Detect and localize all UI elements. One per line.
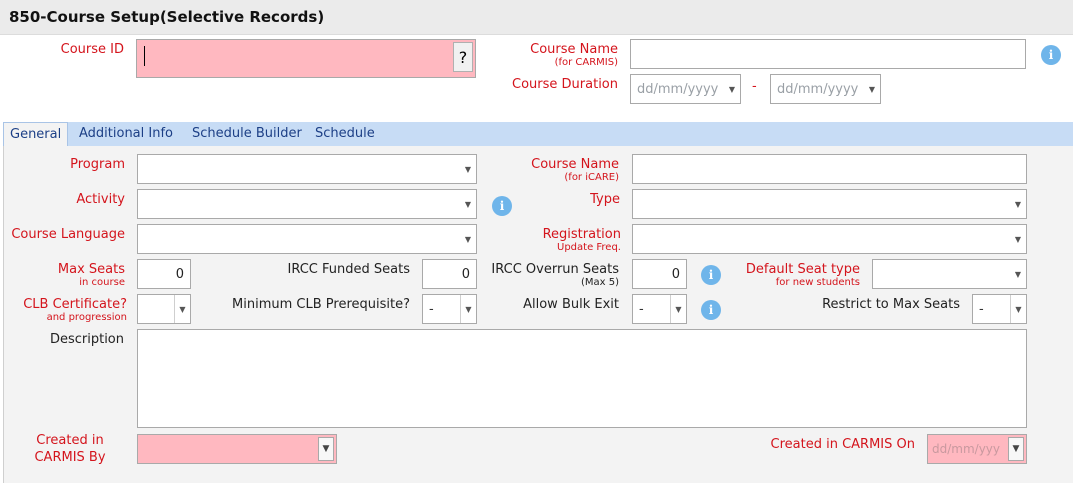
default-seat-type-label-text: Default Seat type [745,262,860,277]
chevron-down-icon[interactable]: ▼ [864,75,880,103]
registration-label: Registration Update Freq. [500,227,621,253]
course-name-icare-sublabel: (for iCARE) [564,172,619,183]
default-seat-type-sublabel: for new students [775,277,860,288]
chevron-down-icon[interactable]: ▼ [1010,190,1026,218]
course-duration-start-placeholder: dd/mm/yyyy [637,81,719,97]
info-icon[interactable]: i [1041,45,1061,65]
max-seats-sublabel: in course [79,277,125,288]
chevron-down-icon[interactable]: ▼ [318,437,334,461]
tab-schedule-builder[interactable]: Schedule Builder [186,122,308,147]
program-select[interactable]: ▼ [137,154,477,184]
tab-additional-info[interactable]: Additional Info [73,122,179,147]
course-name-icare-label: Course Name (for iCARE) [498,157,619,183]
info-icon[interactable]: i [701,265,721,285]
chevron-down-icon[interactable]: ▼ [460,190,476,218]
ircc-funded-seats-label: IRCC Funded Seats [287,262,410,277]
chevron-down-icon[interactable]: ▼ [460,295,476,323]
text-caret [144,46,145,66]
course-name-carmis-sublabel: (for CARMIS) [554,57,618,68]
tab-bar: General Additional Info Schedule Builder… [3,122,1073,148]
registration-sublabel: Update Freq. [557,242,621,253]
info-icon[interactable]: i [492,196,512,216]
window-title: 850-Course Setup(Selective Records) [9,8,325,26]
created-on-placeholder: dd/mm/yyy [932,442,1001,456]
chevron-down-icon[interactable]: ▼ [460,155,476,183]
ircc-overrun-seats-label: IRCC Overrun Seats (Max 5) [480,262,619,288]
ircc-overrun-seats-sublabel: (Max 5) [580,277,619,288]
activity-label: Activity [76,192,125,207]
course-language-label: Course Language [11,227,125,242]
chevron-down-icon[interactable]: ▼ [1010,260,1026,288]
allow-bulk-exit-select[interactable]: - ▼ [632,294,687,324]
course-id-label: Course ID [60,42,124,57]
min-clb-prereq-label: Minimum CLB Prerequisite? [232,297,410,312]
min-clb-prereq-value: - [429,301,434,317]
ircc-overrun-seats-label-text: IRCC Overrun Seats [491,262,619,277]
ircc-funded-seats-input[interactable]: 0 [422,259,477,289]
question-icon: ? [458,47,468,67]
max-seats-input[interactable]: 0 [137,259,191,289]
restrict-max-seats-label: Restrict to Max Seats [822,297,960,312]
type-select[interactable]: ▼ [632,189,1027,219]
course-name-icare-label-text: Course Name [531,157,619,172]
clb-certificate-label: CLB Certificate? and progression [0,297,127,323]
created-by-label-line2: CARMIS By [34,450,106,465]
course-name-icare-input[interactable] [632,154,1027,184]
clb-certificate-select[interactable]: ▼ [137,294,191,324]
description-textarea[interactable] [137,329,1027,428]
course-id-lookup-button[interactable]: ? [453,42,473,72]
created-by-select[interactable]: ▼ [137,434,337,464]
chevron-down-icon[interactable]: ▼ [1010,295,1026,323]
min-clb-prereq-select[interactable]: - ▼ [422,294,477,324]
clb-certificate-sublabel: and progression [46,312,127,323]
clb-certificate-label-text: CLB Certificate? [23,297,127,312]
restrict-max-seats-value: - [979,301,984,317]
course-duration-start-picker[interactable]: dd/mm/yyyy ▼ [630,74,741,104]
registration-update-freq-select[interactable]: ▼ [632,224,1027,254]
ircc-overrun-seats-input[interactable]: 0 [632,259,687,289]
default-seat-type-label: Default Seat type for new students [725,262,860,288]
tab-general[interactable]: General [3,122,69,148]
allow-bulk-exit-label: Allow Bulk Exit [523,297,619,312]
course-language-select[interactable]: ▼ [137,224,477,254]
default-seat-type-select[interactable]: ▼ [872,259,1027,289]
course-duration-label: Course Duration [512,77,618,92]
chevron-down-icon[interactable]: ▼ [724,75,740,103]
created-on-label: Created in CARMIS On [770,437,915,452]
max-seats-label-text: Max Seats [57,262,125,277]
course-name-carmis-input[interactable] [630,39,1026,69]
chevron-down-icon[interactable]: ▼ [1010,225,1026,253]
restrict-max-seats-select[interactable]: - ▼ [972,294,1027,324]
tab-schedule[interactable]: Schedule [309,122,381,147]
course-id-input[interactable]: ? [136,39,476,78]
chevron-down-icon[interactable]: ▼ [460,225,476,253]
chevron-down-icon[interactable]: ▼ [670,295,686,323]
program-label: Program [70,157,125,172]
chevron-down-icon[interactable]: ▼ [174,295,190,323]
course-name-carmis-label: Course Name (for CARMIS) [498,42,618,68]
course-duration-end-placeholder: dd/mm/yyyy [777,81,859,97]
description-label: Description [49,332,124,347]
created-on-date-picker[interactable]: dd/mm/yyy ▼ [927,434,1027,464]
type-label: Type [590,192,620,207]
info-icon[interactable]: i [701,300,721,320]
created-by-label: Created in CARMIS By [20,432,120,466]
course-duration-end-picker[interactable]: dd/mm/yyyy ▼ [770,74,881,104]
max-seats-label: Max Seats in course [30,262,125,288]
chevron-down-icon[interactable]: ▼ [1008,437,1024,461]
duration-separator: - [752,79,757,94]
registration-label-text: Registration [542,227,621,242]
course-name-carmis-label-text: Course Name [530,42,618,57]
activity-select[interactable]: ▼ [137,189,477,219]
created-by-label-line1: Created in [36,433,104,448]
allow-bulk-exit-value: - [639,301,644,317]
